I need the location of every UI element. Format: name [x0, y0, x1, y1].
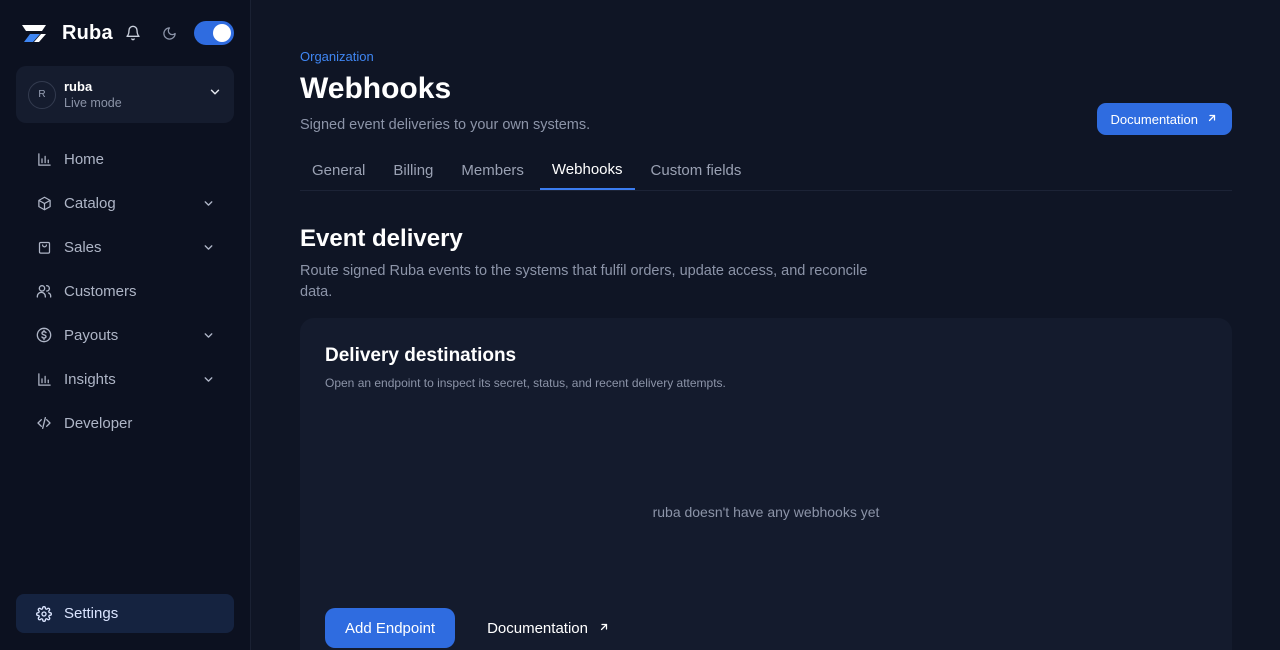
main-content: Organization Webhooks Signed event deliv…	[251, 0, 1280, 650]
sidebar-item-payouts[interactable]: Payouts	[16, 313, 234, 357]
org-name: ruba	[64, 79, 93, 94]
org-mode: Live mode	[64, 96, 122, 110]
tab-custom-fields[interactable]: Custom fields	[639, 150, 754, 190]
tab-members[interactable]: Members	[449, 150, 536, 190]
sidebar-item-catalog[interactable]: Catalog	[16, 181, 234, 225]
section-title: Event delivery	[300, 225, 463, 252]
dollar-circle-icon	[36, 327, 52, 343]
sidebar-item-label: Customers	[64, 282, 137, 300]
page-subtitle: Signed event deliveries to your own syst…	[300, 117, 591, 133]
sidebar-item-settings[interactable]: Settings	[16, 594, 234, 633]
arrow-up-right-icon	[1206, 112, 1218, 127]
dark-mode-toggle[interactable]	[194, 21, 234, 45]
add-endpoint-button[interactable]: Add Endpoint	[325, 608, 456, 648]
sidebar-item-developer[interactable]: Developer	[16, 401, 234, 445]
org-avatar: R	[28, 80, 56, 109]
sidebar-item-insights[interactable]: Insights	[16, 357, 234, 401]
brand-bar: Ruba	[16, 0, 234, 66]
documentation-button[interactable]: Documentation	[1096, 103, 1232, 135]
sidebar-item-home[interactable]: Home	[16, 137, 234, 181]
chevron-down-icon	[200, 327, 216, 343]
gear-icon	[36, 605, 52, 622]
bar-chart-icon	[36, 151, 52, 167]
sidebar-item-customers[interactable]: Customers	[16, 269, 234, 313]
tab-general[interactable]: General	[300, 150, 377, 190]
sidebar-item-label: Catalog	[64, 194, 116, 212]
page-title: Webhooks	[300, 72, 452, 105]
card-description: Open an endpoint to inspect its secret, …	[325, 376, 726, 390]
chevron-down-icon	[200, 371, 216, 387]
bell-icon[interactable]	[122, 22, 144, 44]
settings-tabs: General Billing Members Webhooks Custom …	[300, 150, 1232, 191]
shopping-bag-icon	[36, 239, 52, 255]
tab-billing[interactable]: Billing	[381, 150, 445, 190]
brand-actions	[122, 21, 234, 45]
empty-state-message: ruba doesn't have any webhooks yet	[652, 504, 880, 520]
chevron-down-icon	[200, 239, 216, 255]
card-title: Delivery destinations	[325, 345, 517, 366]
card-actions: Add Endpoint Documentation	[325, 608, 610, 648]
org-switcher[interactable]: R ruba Live mode	[16, 66, 234, 123]
sidebar-item-label: Sales	[64, 238, 102, 256]
app: Ruba R ruba Live mode Home Catalog Sales…	[0, 0, 1280, 650]
org-text: ruba Live mode	[64, 79, 122, 110]
sidebar-item-sales[interactable]: Sales	[16, 225, 234, 269]
sidebar-item-label: Insights	[64, 370, 116, 388]
brand-name: Ruba	[62, 21, 113, 44]
ruba-logo-icon	[20, 22, 48, 44]
sidebar-item-label: Settings	[64, 605, 119, 622]
package-icon	[36, 195, 52, 211]
toggle-knob	[213, 24, 231, 42]
breadcrumb[interactable]: Organization	[300, 49, 374, 64]
sidebar-item-label: Home	[64, 150, 105, 168]
sidebar: Ruba R ruba Live mode Home Catalog Sales…	[0, 0, 251, 650]
sidebar-nav: Home Catalog Sales Customers Payouts Ins…	[16, 137, 234, 445]
documentation-link[interactable]: Documentation	[487, 608, 610, 648]
documentation-button-label: Documentation	[1110, 111, 1198, 127]
code-icon	[36, 415, 52, 431]
moon-icon	[158, 22, 180, 44]
chevron-down-icon	[208, 85, 222, 104]
arrow-up-right-icon	[598, 620, 610, 637]
bar-chart-icon	[36, 371, 52, 387]
tab-webhooks[interactable]: Webhooks	[539, 150, 635, 190]
section-description: Route signed Ruba events to the systems …	[300, 263, 868, 300]
chevron-down-icon	[200, 195, 216, 211]
users-icon	[36, 283, 52, 299]
sidebar-item-label: Developer	[64, 414, 133, 432]
sidebar-item-label: Payouts	[64, 326, 119, 344]
delivery-destinations-card: Delivery destinations Open an endpoint t…	[300, 318, 1232, 650]
documentation-link-label: Documentation	[487, 619, 588, 637]
